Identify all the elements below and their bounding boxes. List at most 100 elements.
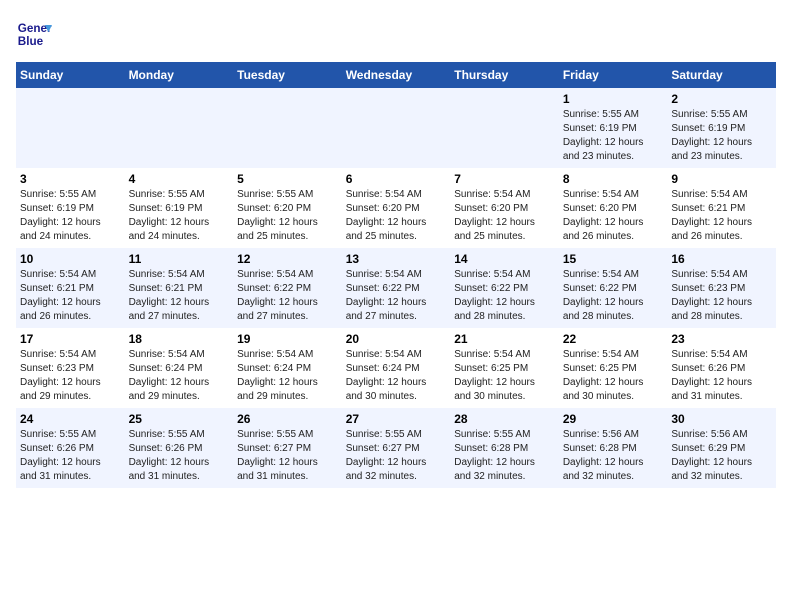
weekday-header-tuesday: Tuesday	[233, 62, 342, 88]
week-row-1: 1 Sunrise: 5:55 AM Sunset: 6:19 PM Daylig…	[16, 88, 776, 168]
week-row-4: 17 Sunrise: 5:54 AM Sunset: 6:23 PM Dayli…	[16, 328, 776, 408]
weekday-header-monday: Monday	[125, 62, 234, 88]
day-cell	[233, 88, 342, 168]
day-info: Sunrise: 5:54 AM Sunset: 6:21 PM Dayligh…	[20, 268, 121, 324]
day-number: 2	[671, 92, 772, 106]
day-cell: 12 Sunrise: 5:54 AM Sunset: 6:22 PM Dayli…	[233, 248, 342, 328]
day-number: 1	[563, 92, 664, 106]
day-number: 7	[454, 172, 555, 186]
day-number: 8	[563, 172, 664, 186]
week-row-2: 3 Sunrise: 5:55 AM Sunset: 6:19 PM Daylig…	[16, 168, 776, 248]
day-cell: 17 Sunrise: 5:54 AM Sunset: 6:23 PM Dayli…	[16, 328, 125, 408]
day-number: 28	[454, 412, 555, 426]
day-cell: 30 Sunrise: 5:56 AM Sunset: 6:29 PM Dayli…	[667, 408, 776, 488]
day-cell: 3 Sunrise: 5:55 AM Sunset: 6:19 PM Daylig…	[16, 168, 125, 248]
day-cell: 20 Sunrise: 5:54 AM Sunset: 6:24 PM Dayli…	[342, 328, 451, 408]
day-number: 18	[129, 332, 230, 346]
day-number: 27	[346, 412, 447, 426]
day-cell	[342, 88, 451, 168]
day-number: 13	[346, 252, 447, 266]
day-number: 12	[237, 252, 338, 266]
day-cell: 6 Sunrise: 5:54 AM Sunset: 6:20 PM Daylig…	[342, 168, 451, 248]
day-cell: 23 Sunrise: 5:54 AM Sunset: 6:26 PM Dayli…	[667, 328, 776, 408]
day-info: Sunrise: 5:54 AM Sunset: 6:22 PM Dayligh…	[346, 268, 447, 324]
page-header: General Blue	[16, 16, 776, 52]
day-cell: 4 Sunrise: 5:55 AM Sunset: 6:19 PM Daylig…	[125, 168, 234, 248]
day-info: Sunrise: 5:55 AM Sunset: 6:27 PM Dayligh…	[237, 428, 338, 484]
weekday-header-sunday: Sunday	[16, 62, 125, 88]
day-info: Sunrise: 5:54 AM Sunset: 6:21 PM Dayligh…	[129, 268, 230, 324]
day-cell: 5Sunrise: 5:55 AM Sunset: 6:20 PM Daylig…	[233, 168, 342, 248]
week-row-3: 10Sunrise: 5:54 AM Sunset: 6:21 PM Dayli…	[16, 248, 776, 328]
day-info: Sunrise: 5:55 AM Sunset: 6:26 PM Dayligh…	[129, 428, 230, 484]
day-number: 9	[671, 172, 772, 186]
day-cell: 26 Sunrise: 5:55 AM Sunset: 6:27 PM Dayli…	[233, 408, 342, 488]
day-info: Sunrise: 5:54 AM Sunset: 6:21 PM Dayligh…	[671, 188, 772, 244]
week-row-5: 24 Sunrise: 5:55 AM Sunset: 6:26 PM Dayli…	[16, 408, 776, 488]
day-cell: 7 Sunrise: 5:54 AM Sunset: 6:20 PM Daylig…	[450, 168, 559, 248]
day-cell: 11Sunrise: 5:54 AM Sunset: 6:21 PM Dayli…	[125, 248, 234, 328]
day-info: Sunrise: 5:54 AM Sunset: 6:26 PM Dayligh…	[671, 348, 772, 404]
calendar-table: SundayMondayTuesdayWednesdayThursdayFrid…	[16, 62, 776, 488]
day-cell: 24 Sunrise: 5:55 AM Sunset: 6:26 PM Dayli…	[16, 408, 125, 488]
day-number: 14	[454, 252, 555, 266]
day-info: Sunrise: 5:54 AM Sunset: 6:24 PM Dayligh…	[346, 348, 447, 404]
day-cell: 27 Sunrise: 5:55 AM Sunset: 6:27 PM Dayli…	[342, 408, 451, 488]
day-info: Sunrise: 5:54 AM Sunset: 6:20 PM Dayligh…	[346, 188, 447, 244]
day-cell: 1Sunrise: 5:55 AM Sunset: 6:19 PM Daylig…	[559, 88, 668, 168]
day-number: 16	[671, 252, 772, 266]
day-number: 26	[237, 412, 338, 426]
day-info: Sunrise: 5:54 AM Sunset: 6:20 PM Dayligh…	[454, 188, 555, 244]
day-number: 3	[20, 172, 121, 186]
day-cell: 13 Sunrise: 5:54 AM Sunset: 6:22 PM Dayli…	[342, 248, 451, 328]
day-number: 15	[563, 252, 664, 266]
svg-text:Blue: Blue	[18, 35, 44, 48]
day-info: Sunrise: 5:54 AM Sunset: 6:25 PM Dayligh…	[454, 348, 555, 404]
day-info: Sunrise: 5:54 AM Sunset: 6:22 PM Dayligh…	[237, 268, 338, 324]
weekday-header-friday: Friday	[559, 62, 668, 88]
day-cell: 28 Sunrise: 5:55 AM Sunset: 6:28 PM Dayli…	[450, 408, 559, 488]
day-number: 29	[563, 412, 664, 426]
day-cell: 18 Sunrise: 5:54 AM Sunset: 6:24 PM Dayli…	[125, 328, 234, 408]
logo: General Blue	[16, 16, 56, 52]
day-cell: 2 Sunrise: 5:55 AM Sunset: 6:19 PM Daylig…	[667, 88, 776, 168]
day-number: 20	[346, 332, 447, 346]
day-info: Sunrise: 5:54 AM Sunset: 6:23 PM Dayligh…	[671, 268, 772, 324]
day-number: 30	[671, 412, 772, 426]
day-info: Sunrise: 5:54 AM Sunset: 6:22 PM Dayligh…	[563, 268, 664, 324]
day-info: Sunrise: 5:55 AM Sunset: 6:19 PM Dayligh…	[129, 188, 230, 244]
day-info: Sunrise: 5:54 AM Sunset: 6:24 PM Dayligh…	[129, 348, 230, 404]
day-cell: 8 Sunrise: 5:54 AM Sunset: 6:20 PM Daylig…	[559, 168, 668, 248]
day-number: 4	[129, 172, 230, 186]
day-info: Sunrise: 5:55 AM Sunset: 6:27 PM Dayligh…	[346, 428, 447, 484]
day-cell: 16 Sunrise: 5:54 AM Sunset: 6:23 PM Dayli…	[667, 248, 776, 328]
day-info: Sunrise: 5:54 AM Sunset: 6:23 PM Dayligh…	[20, 348, 121, 404]
day-cell	[125, 88, 234, 168]
day-cell: 10Sunrise: 5:54 AM Sunset: 6:21 PM Dayli…	[16, 248, 125, 328]
day-info: Sunrise: 5:55 AM Sunset: 6:19 PM Dayligh…	[20, 188, 121, 244]
logo-icon: General Blue	[16, 16, 52, 52]
day-cell: 14Sunrise: 5:54 AM Sunset: 6:22 PM Dayli…	[450, 248, 559, 328]
day-info: Sunrise: 5:54 AM Sunset: 6:25 PM Dayligh…	[563, 348, 664, 404]
day-info: Sunrise: 5:56 AM Sunset: 6:29 PM Dayligh…	[671, 428, 772, 484]
day-cell: 29Sunrise: 5:56 AM Sunset: 6:28 PM Dayli…	[559, 408, 668, 488]
day-cell: 9 Sunrise: 5:54 AM Sunset: 6:21 PM Daylig…	[667, 168, 776, 248]
day-number: 24	[20, 412, 121, 426]
weekday-header-thursday: Thursday	[450, 62, 559, 88]
weekday-header-saturday: Saturday	[667, 62, 776, 88]
day-cell: 22 Sunrise: 5:54 AM Sunset: 6:25 PM Dayli…	[559, 328, 668, 408]
weekday-header-wednesday: Wednesday	[342, 62, 451, 88]
day-cell	[450, 88, 559, 168]
day-cell: 25Sunrise: 5:55 AM Sunset: 6:26 PM Dayli…	[125, 408, 234, 488]
day-number: 17	[20, 332, 121, 346]
day-cell: 21Sunrise: 5:54 AM Sunset: 6:25 PM Dayli…	[450, 328, 559, 408]
day-cell	[16, 88, 125, 168]
day-number: 22	[563, 332, 664, 346]
day-cell: 19Sunrise: 5:54 AM Sunset: 6:24 PM Dayli…	[233, 328, 342, 408]
day-number: 23	[671, 332, 772, 346]
day-info: Sunrise: 5:55 AM Sunset: 6:19 PM Dayligh…	[671, 108, 772, 164]
day-info: Sunrise: 5:55 AM Sunset: 6:28 PM Dayligh…	[454, 428, 555, 484]
day-info: Sunrise: 5:55 AM Sunset: 6:26 PM Dayligh…	[20, 428, 121, 484]
day-number: 6	[346, 172, 447, 186]
day-info: Sunrise: 5:54 AM Sunset: 6:20 PM Dayligh…	[563, 188, 664, 244]
